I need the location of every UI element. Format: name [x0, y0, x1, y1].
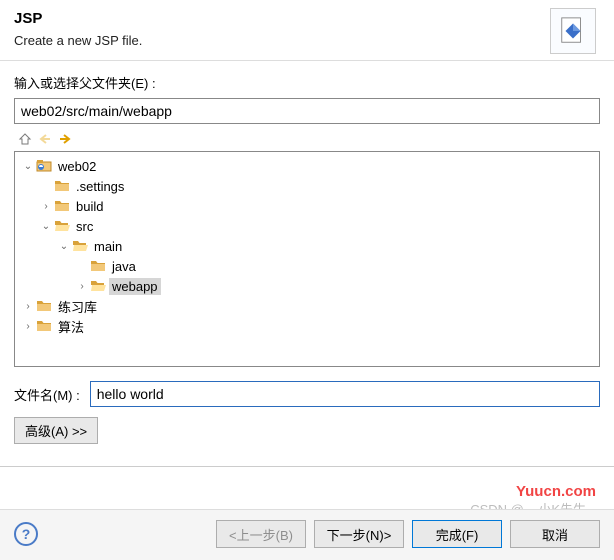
tree-node-算法[interactable]: › 算法 — [17, 316, 597, 336]
tree-node-label: .settings — [73, 178, 127, 195]
parent-folder-input[interactable] — [14, 98, 600, 124]
tree-node-label: 算法 — [55, 316, 87, 337]
cancel-button[interactable]: 取消 — [510, 520, 600, 548]
tree-node-main[interactable]: ⌄ main — [17, 236, 597, 256]
folder-icon — [35, 318, 53, 334]
tree-node-label: build — [73, 198, 106, 215]
expander-icon[interactable]: › — [39, 201, 53, 212]
expander-icon[interactable]: › — [75, 281, 89, 292]
tree-toolbar — [14, 130, 600, 151]
tree-node-src[interactable]: ⌄ src — [17, 216, 597, 236]
help-icon[interactable]: ? — [14, 522, 38, 546]
expander-icon[interactable]: › — [21, 321, 35, 332]
expander-icon[interactable]: ⌄ — [39, 221, 53, 232]
tree-node-label: src — [73, 218, 96, 235]
filename-input[interactable] — [90, 381, 600, 407]
expander-icon[interactable]: › — [21, 301, 35, 312]
folder-icon — [53, 198, 71, 214]
divider — [0, 466, 614, 467]
tree-node-.settings[interactable]: .settings — [17, 176, 597, 196]
next-button[interactable]: 下一步(N)> — [314, 520, 404, 548]
tree-node-label: 练习库 — [55, 296, 100, 317]
tree-node-label: web02 — [55, 158, 99, 175]
tree-node-label: webapp — [109, 278, 161, 295]
expander-icon[interactable]: ⌄ — [57, 241, 71, 252]
tree-node-webapp[interactable]: › webapp — [17, 276, 597, 296]
back-arrow-icon[interactable] — [38, 133, 52, 148]
forward-arrow-icon[interactable] — [58, 133, 72, 148]
jsp-file-icon — [550, 8, 596, 54]
expander-icon[interactable]: ⌄ — [21, 161, 35, 172]
folder-open-icon — [89, 278, 107, 294]
tree-node-java[interactable]: java — [17, 256, 597, 276]
tree-node-练习库[interactable]: › 练习库 — [17, 296, 597, 316]
wizard-title: JSP — [14, 10, 600, 27]
tree-node-web02[interactable]: ⌄ web02 — [17, 156, 597, 176]
watermark-site: Yuucn.com — [516, 483, 596, 500]
folder-icon — [53, 178, 71, 194]
filename-label: 文件名(M) : — [14, 385, 80, 404]
folder-open-icon — [53, 218, 71, 234]
wizard-subtitle: Create a new JSP file. — [14, 33, 600, 48]
folder-tree[interactable]: ⌄web02.settings›build⌄src⌄mainjava›webap… — [14, 151, 600, 367]
tree-node-label: main — [91, 238, 125, 255]
folder-open-icon — [71, 238, 89, 254]
folder-icon — [89, 258, 107, 274]
advanced-button[interactable]: 高级(A) >> — [14, 417, 98, 444]
tree-node-label: java — [109, 258, 139, 275]
tree-node-build[interactable]: › build — [17, 196, 597, 216]
parent-folder-label: 输入或选择父文件夹(E) : — [14, 73, 600, 92]
finish-button[interactable]: 完成(F) — [412, 520, 502, 548]
home-icon[interactable] — [18, 132, 32, 149]
folder-icon — [35, 298, 53, 314]
project-icon — [35, 158, 53, 174]
back-button: <上一步(B) — [216, 520, 306, 548]
